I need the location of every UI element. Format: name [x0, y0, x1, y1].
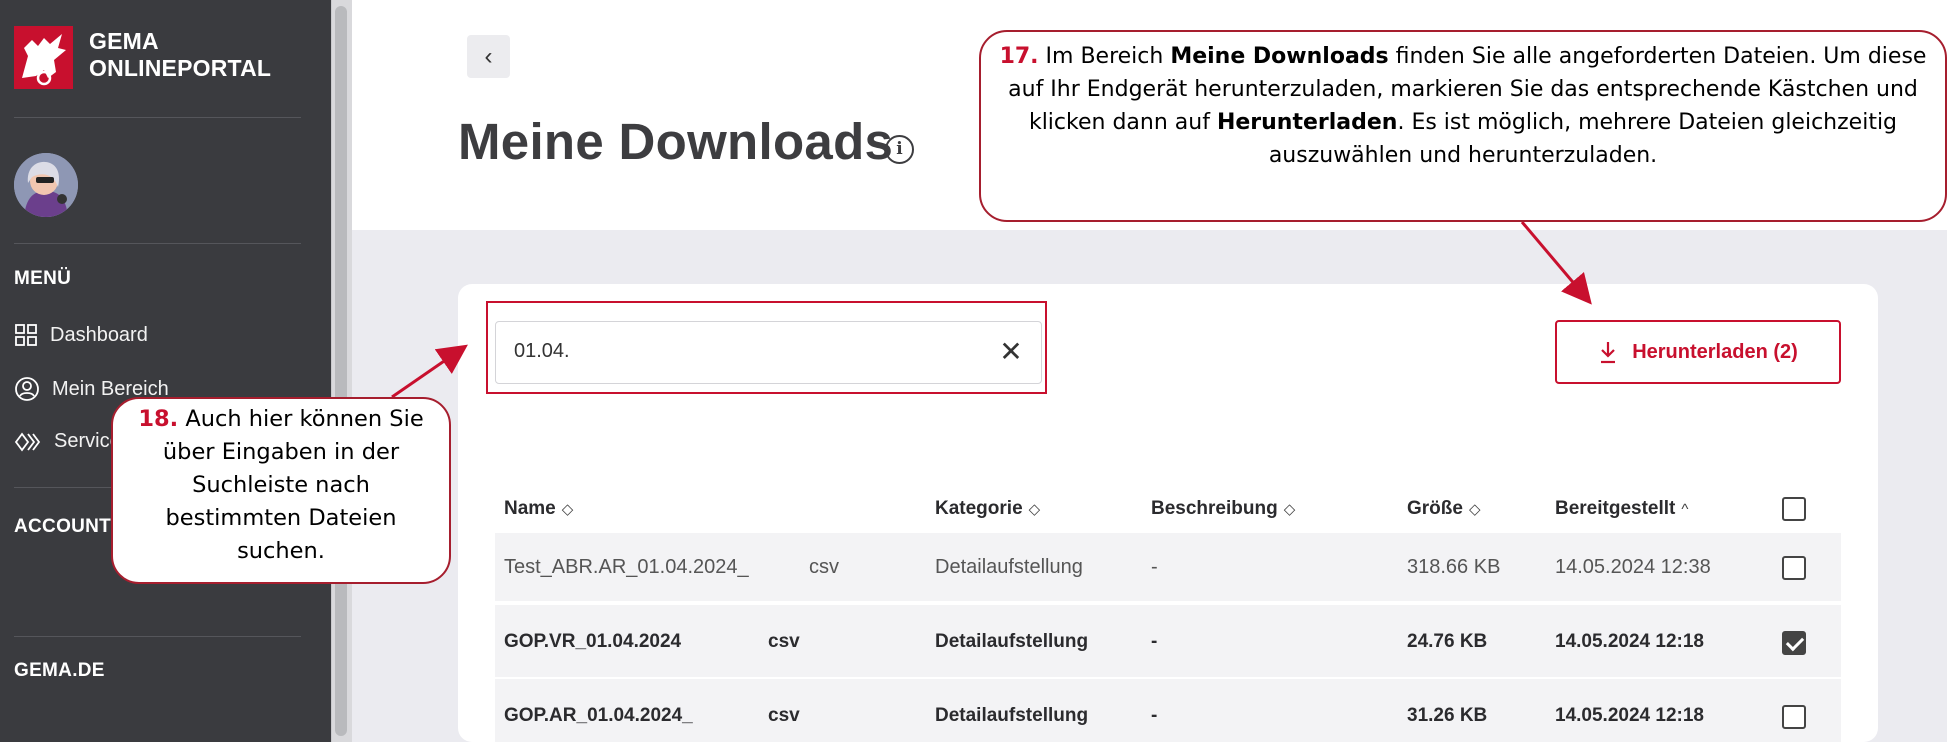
- callout-17-arrow: [1520, 221, 1592, 305]
- callout-bold-text: Herunterladen: [1216, 110, 1398, 135]
- callout-bold-text: Meine Downloads: [1170, 44, 1389, 69]
- callout-text: Im Bereich: [1038, 44, 1171, 69]
- callout-number: 17.: [999, 44, 1039, 69]
- screen: GEMA ONLINEPORTAL MENÜ Dashboard Mein Be…: [0, 0, 1947, 742]
- instruction-callout-17: 17. Im Bereich Meine Downloads finden Si…: [979, 30, 1947, 222]
- callout-18-arrow: [391, 344, 468, 399]
- callout-number: 18.: [138, 406, 179, 432]
- instruction-callout-18: 18. Auch hier können Sie über Eingaben i…: [111, 397, 451, 584]
- callout-text: Auch hier können Sie über Eingaben in de…: [162, 406, 424, 564]
